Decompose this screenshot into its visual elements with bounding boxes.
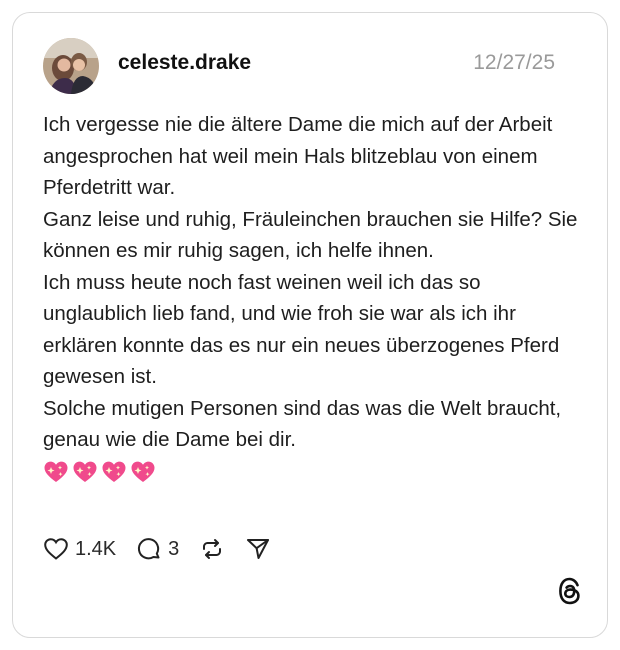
like-count: 1.4K [75,537,117,560]
heart-icon [44,538,68,560]
post-paragraph: Ich muss heute noch fast weinen weil ich… [43,270,560,389]
post-text: Ich vergesse nie die ältere Dame die mic… [43,109,583,493]
sparkling-heart-emoji [72,460,98,494]
post-paragraph: Ganz leise und ruhig, Fräuleinchen brauc… [43,207,578,263]
action-bar: 1.4K 3 [43,535,291,563]
threads-logo [557,576,583,611]
username[interactable]: celeste.drake [118,51,251,75]
reply-button[interactable]: 3 [136,536,179,562]
sparkling-heart-emoji [130,460,156,494]
send-icon [247,539,270,559]
avatar[interactable] [43,38,99,94]
share-button[interactable] [245,536,271,562]
post-paragraph: Solche mutigen Personen sind das was die… [43,396,562,452]
sparkling-heart-emoji [43,460,69,494]
post-paragraph: Ich vergesse nie die ältere Dame die mic… [43,113,553,199]
reply-count: 3 [168,537,180,560]
like-button[interactable]: 1.4K [43,537,116,561]
sparkling-heart-emoji [101,460,127,494]
repost-button[interactable] [199,536,225,562]
repost-icon [203,539,222,559]
comment-icon [138,538,160,560]
post-card: celeste.drake 12/27/25 Ich vergesse nie … [12,12,608,638]
sparkling-heart-emoji-row [43,460,583,494]
post-date: 12/27/25 [473,51,555,74]
